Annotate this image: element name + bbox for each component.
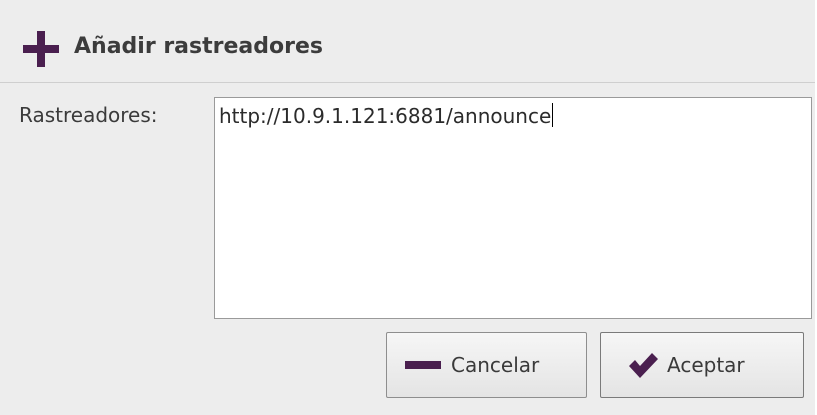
text-caret xyxy=(552,103,554,127)
cancel-label: Cancelar xyxy=(451,353,540,377)
checkmark-icon xyxy=(627,351,659,379)
accept-label: Aceptar xyxy=(667,353,745,377)
plus-icon xyxy=(21,29,61,69)
dialog-title: Añadir rastreadores xyxy=(74,34,323,59)
trackers-label: Rastreadores: xyxy=(19,103,158,127)
trackers-text: http://10.9.1.121:6881/announce xyxy=(219,104,552,128)
accept-button[interactable]: Aceptar xyxy=(600,332,804,398)
trackers-textarea[interactable]: http://10.9.1.121:6881/announce xyxy=(214,97,812,319)
header-divider xyxy=(0,82,815,83)
dialog-header: Añadir rastreadores xyxy=(0,0,815,84)
cancel-button[interactable]: Cancelar xyxy=(386,332,587,398)
minus-icon xyxy=(403,358,443,372)
add-trackers-dialog: Añadir rastreadores Rastreadores: http:/… xyxy=(0,0,815,415)
